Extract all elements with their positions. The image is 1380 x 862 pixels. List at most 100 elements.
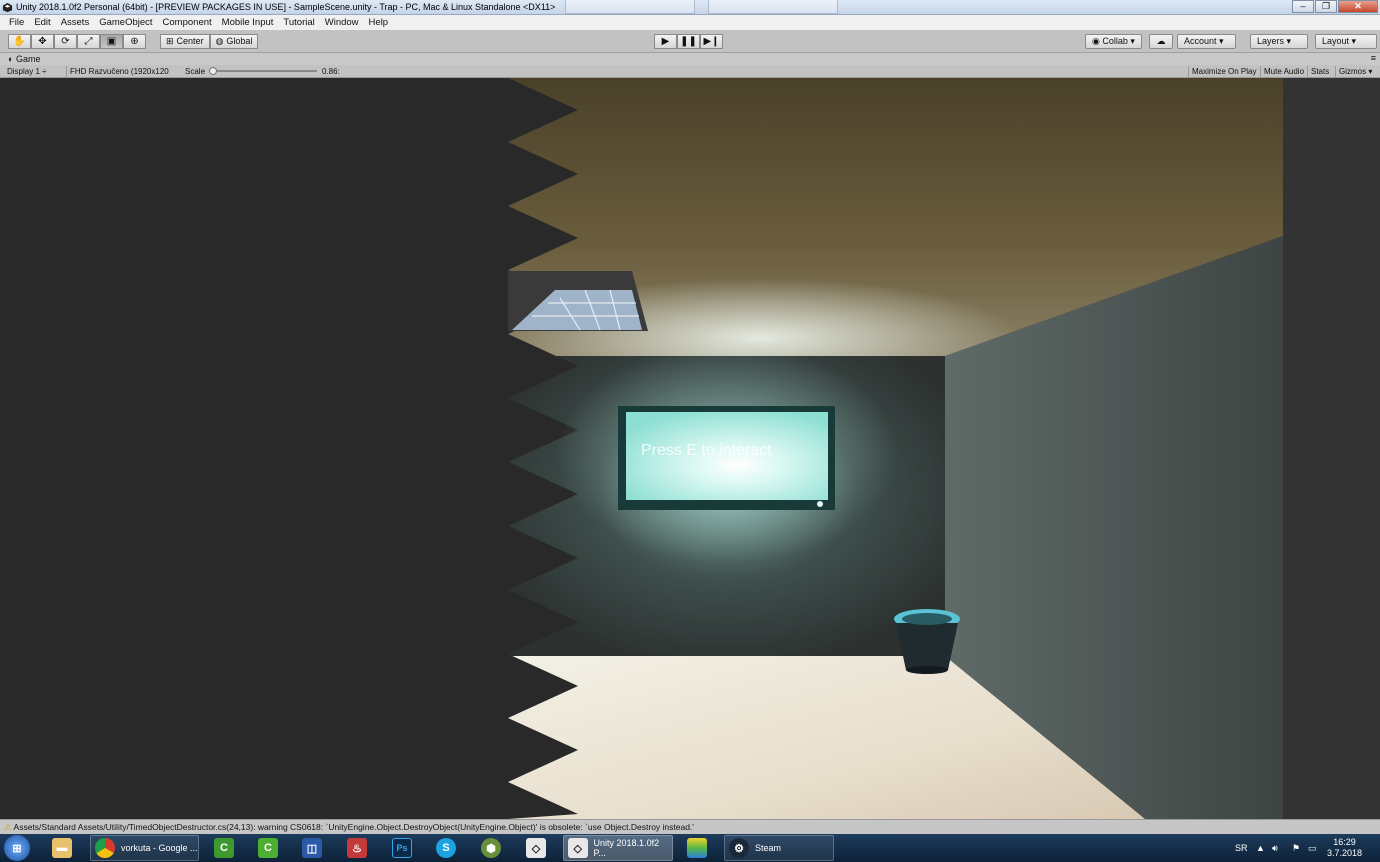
steam-icon: ⚙ (729, 838, 749, 858)
pause-button[interactable]: ❚❚ (677, 34, 700, 49)
taskbar-bluestacks[interactable] (687, 835, 707, 861)
stats-toggle[interactable]: Stats (1307, 66, 1332, 77)
console-status-bar[interactable]: ⚠ Assets/Standard Assets/Utility/TimedOb… (0, 819, 1380, 834)
scale-slider-handle[interactable] (209, 67, 217, 75)
step-icon: ▶❙ (703, 36, 720, 47)
collab-icon: ◉ (1092, 36, 1100, 46)
scale-icon: ⤢ (84, 36, 93, 47)
background-browser-tab (565, 0, 695, 14)
menu-edit[interactable]: Edit (29, 17, 55, 28)
volume-icon[interactable]: 🔊︎ (1272, 843, 1278, 854)
tab-menu-icon[interactable]: ≡ (1371, 53, 1376, 63)
taskbar-unity-hub[interactable]: ◇ (526, 835, 546, 861)
warning-icon: ⚠ (4, 822, 12, 832)
minimize-button[interactable]: – (1292, 0, 1314, 13)
menu-assets[interactable]: Assets (56, 17, 95, 28)
system-clock[interactable]: 16:29 3.7.2018 (1327, 837, 1362, 859)
windows-taskbar: ⊞ ▬ vorkuta - Google ... C C ◫ ♨ Ps S ⬢ … (0, 834, 1380, 862)
flag-icon[interactable]: ⚑ (1292, 843, 1300, 854)
play-icon: ▶ (661, 36, 670, 47)
game-viewport[interactable]: Press E to interact (0, 78, 1380, 819)
camtasia-icon: C (214, 838, 234, 858)
hand-tool-button[interactable]: ✋ (8, 34, 31, 49)
game-icon: ◐ (8, 54, 14, 64)
collab-dropdown[interactable]: ◉ Collab ▾ (1085, 34, 1142, 49)
taskbar-explorer[interactable]: ▬ (52, 835, 72, 861)
scale-slider-track[interactable] (209, 70, 317, 72)
menu-gameobject[interactable]: GameObject (94, 17, 157, 28)
chrome-icon (95, 838, 115, 858)
maximize-button[interactable]: ❐ (1315, 0, 1337, 13)
transform-tools: ✋ ✥ ⟳ ⤢ ▣ ⊕ (8, 34, 146, 49)
unity-logo-icon (2, 2, 13, 13)
menu-help[interactable]: Help (364, 17, 394, 28)
play-button[interactable]: ▶ (654, 34, 677, 49)
taskbar-skype[interactable]: S (436, 835, 456, 861)
game-tab-header: ◐ Game ≡ (0, 53, 1380, 65)
step-button[interactable]: ▶❙ (700, 34, 723, 49)
background-browser-tab (708, 0, 838, 14)
gizmos-dropdown[interactable]: Gizmos ▾ (1335, 66, 1375, 77)
layout-dropdown[interactable]: Layout ▾ (1315, 34, 1377, 49)
taskbar-android-studio[interactable]: ⬢ (481, 835, 501, 861)
game-scene: Press E to interact (0, 78, 1380, 819)
resolution-dropdown[interactable]: FHD Razvučeno (1920x120 (66, 66, 180, 77)
scale-tool-button[interactable]: ⤢ (77, 34, 100, 49)
menu-component[interactable]: Component (158, 17, 217, 28)
tab-game[interactable]: ◐ Game (8, 54, 40, 64)
menu-mobile-input[interactable]: Mobile Input (217, 17, 279, 28)
close-button[interactable]: ✕ (1338, 0, 1378, 13)
start-button[interactable]: ⊞ (4, 835, 30, 861)
taskbar-camtasia[interactable]: C (214, 835, 234, 861)
rotate-icon: ⟳ (61, 36, 70, 47)
playback-controls: ▶ ❚❚ ▶❙ (654, 34, 723, 49)
taskbar-chrome[interactable]: vorkuta - Google ... (90, 835, 199, 861)
title-bar: Unity 2018.1.0f2 Personal (64bit) - [PRE… (0, 0, 1380, 15)
box-app-icon: ◫ (302, 838, 322, 858)
mute-audio-toggle[interactable]: Mute Audio (1260, 66, 1307, 77)
network-icon[interactable]: ▭ (1308, 843, 1317, 854)
hand-icon: ✋ (13, 36, 26, 47)
pause-icon: ❚❚ (680, 36, 697, 47)
taskbar-photoshop[interactable]: Ps (392, 835, 412, 861)
language-indicator[interactable]: SR (1235, 843, 1248, 853)
monitor-power-led (817, 501, 823, 507)
popcorn-icon: ♨ (347, 838, 367, 858)
menu-file[interactable]: File (4, 17, 29, 28)
trash-bin-base (906, 666, 948, 674)
transform-tool-button[interactable]: ⊕ (123, 34, 146, 49)
scale-label: Scale (185, 67, 206, 76)
skype-icon: S (436, 838, 456, 858)
taskbar-camtasia-recorder[interactable]: C (258, 835, 278, 861)
pivot-icon: ⊞ (166, 36, 174, 46)
rect-icon: ▣ (106, 36, 117, 47)
layers-dropdown[interactable]: Layers ▾ (1250, 34, 1308, 49)
menu-bar: File Edit Assets GameObject Component Mo… (0, 15, 1380, 30)
rect-tool-button[interactable]: ▣ (100, 34, 123, 49)
unity-icon: ◇ (526, 838, 546, 858)
maximize-on-play-toggle[interactable]: Maximize On Play (1188, 66, 1259, 77)
tray-expand-icon[interactable]: ▲ (1256, 843, 1265, 853)
camtasia-recorder-icon: C (258, 838, 278, 858)
rotate-tool-button[interactable]: ⟳ (54, 34, 77, 49)
taskbar-unity-editor[interactable]: ◇ Unity 2018.1.0f2 P... (563, 835, 673, 861)
globe-icon: ◍ (215, 36, 224, 46)
taskbar-popcorn[interactable]: ♨ (347, 835, 367, 861)
move-tool-button[interactable]: ✥ (31, 34, 54, 49)
account-dropdown[interactable]: Account ▾ (1177, 34, 1236, 49)
trash-bin-opening (902, 613, 952, 625)
display-dropdown[interactable]: Display 1 ÷ (4, 66, 62, 77)
menu-tutorial[interactable]: Tutorial (278, 17, 319, 28)
taskbar-app-box[interactable]: ◫ (302, 835, 322, 861)
android-icon: ⬢ (481, 838, 501, 858)
taskbar-steam[interactable]: ⚙ Steam (724, 835, 834, 861)
menu-window[interactable]: Window (320, 17, 364, 28)
trash-bin[interactable] (896, 623, 958, 670)
game-view-toolbar: Display 1 ÷ FHD Razvučeno (1920x120 Scal… (0, 65, 1380, 78)
bluestacks-icon (687, 838, 707, 858)
cloud-button[interactable]: ☁ (1149, 34, 1173, 49)
scale-value: 0.86: (322, 67, 340, 76)
console-message: Assets/Standard Assets/Utility/TimedObje… (13, 822, 694, 832)
pivot-space-button[interactable]: ◍ Global (209, 34, 259, 49)
pivot-mode-button[interactable]: ⊞ Center (160, 34, 210, 49)
